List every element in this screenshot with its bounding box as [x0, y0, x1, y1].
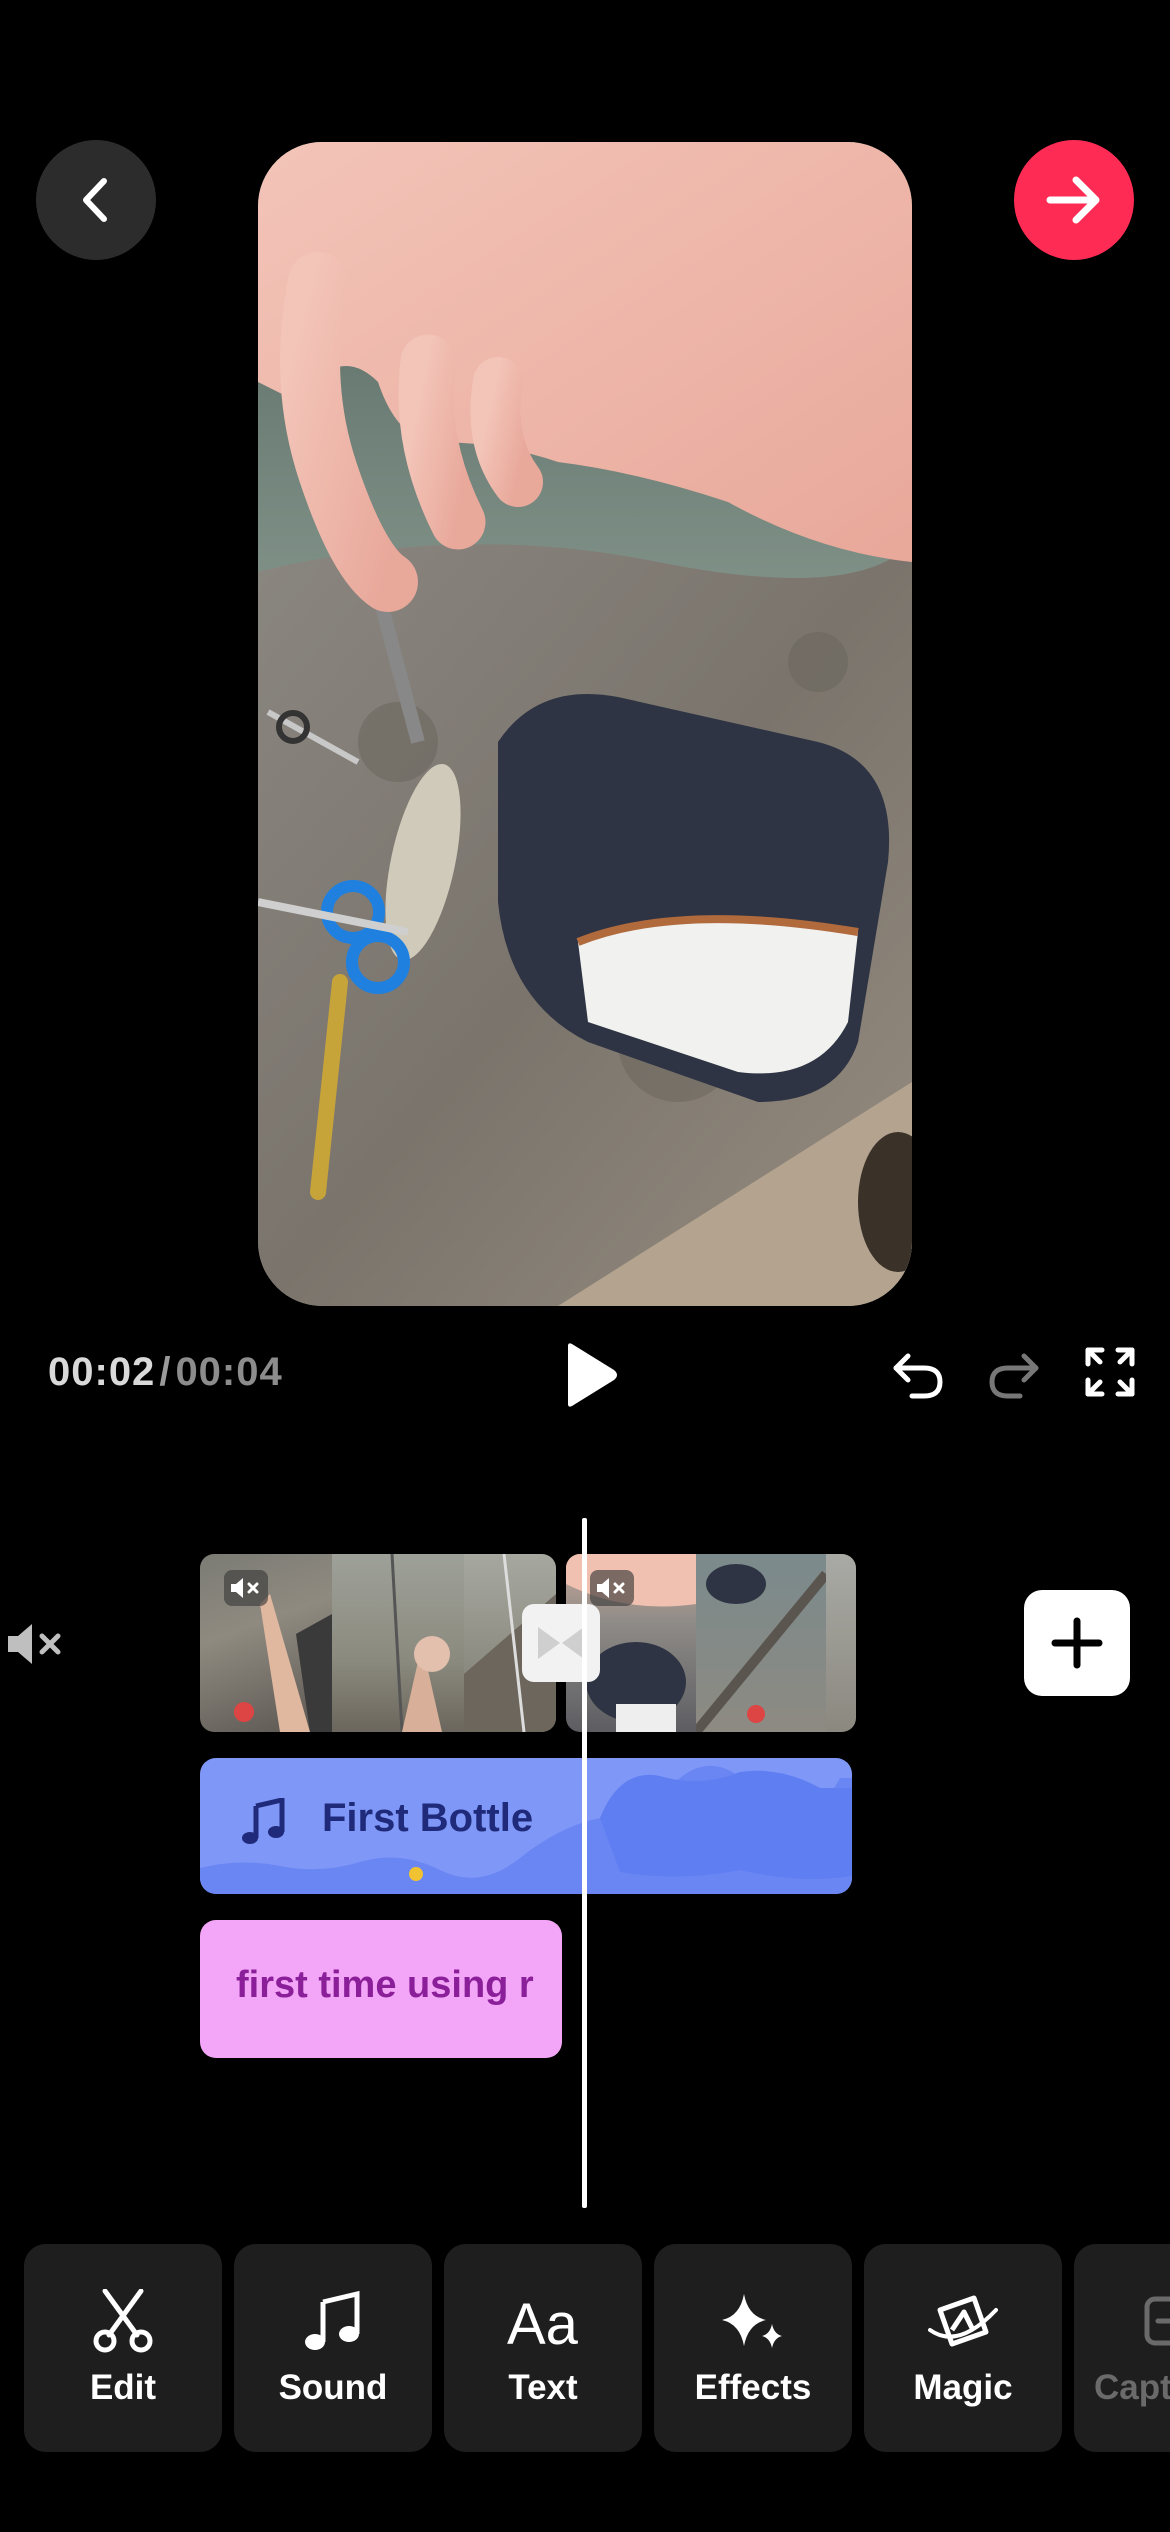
sound-title: First Bottle [322, 1796, 534, 1840]
captions-icon [1144, 2296, 1170, 2346]
music-note-icon [305, 2290, 360, 2350]
speaker-muted-icon [8, 1624, 61, 1664]
tool-label: Magic [913, 2368, 1013, 2407]
tool-magic[interactable]: Magic [864, 2244, 1062, 2452]
tool-label: Effects [694, 2368, 812, 2407]
transition-button[interactable] [522, 1604, 600, 1682]
sound-track[interactable]: First Bottle [200, 1758, 852, 1894]
clip-thumbnail [826, 1554, 856, 1732]
redo-button[interactable] [986, 1346, 1042, 1402]
magic-icon [928, 2295, 998, 2347]
text-track[interactable]: first time using r [200, 1920, 562, 2058]
play-icon [568, 1343, 617, 1407]
fullscreen-icon [1085, 1347, 1135, 1397]
total-duration: 00:04 [175, 1350, 283, 1394]
tool-captions[interactable]: Capt [1074, 2244, 1170, 2452]
svg-text:Aa: Aa [507, 2292, 579, 2352]
video-clip-1[interactable] [200, 1554, 556, 1732]
tool-edit[interactable]: Edit [24, 2244, 222, 2452]
speaker-muted-icon [231, 1578, 259, 1598]
tool-text[interactable]: Aa Text [444, 2244, 642, 2452]
redo-icon [989, 1353, 1039, 1399]
sparkle-icon [722, 2294, 782, 2348]
undo-button[interactable] [890, 1346, 946, 1402]
tool-label: Text [508, 2368, 578, 2407]
text-aa-icon: Aa [507, 2292, 579, 2352]
speaker-muted-icon [597, 1578, 625, 1598]
clip-muted-badge [224, 1570, 268, 1606]
tool-sound[interactable]: Sound [234, 2244, 432, 2452]
time-separator: / [159, 1350, 172, 1394]
video-preview[interactable] [258, 142, 912, 1306]
playhead[interactable] [582, 1518, 587, 2208]
clip-thumbnail [332, 1554, 464, 1732]
arrow-right-icon [1046, 176, 1100, 224]
chevron-left-icon [83, 178, 107, 222]
next-button[interactable] [1014, 140, 1134, 260]
clip-muted-badge [590, 1570, 634, 1606]
text-caption: first time using r [236, 1964, 534, 2006]
fullscreen-button[interactable] [1084, 1346, 1136, 1398]
play-button[interactable] [560, 1342, 620, 1408]
tool-label: Capt [1094, 2368, 1170, 2407]
back-button[interactable] [36, 140, 156, 260]
video-clip-2[interactable] [566, 1554, 856, 1732]
tool-effects[interactable]: Effects [654, 2244, 852, 2452]
video-frame [258, 142, 912, 1306]
current-time: 00:02 [48, 1350, 156, 1394]
transition-icon [538, 1627, 584, 1659]
add-clip-button[interactable] [1024, 1590, 1130, 1696]
scissors-icon [93, 2289, 153, 2353]
undo-icon [893, 1353, 943, 1399]
clip-thumbnail [692, 1554, 830, 1732]
time-readout: 00:02/00:04 [48, 1350, 283, 1395]
plus-icon [1051, 1617, 1103, 1669]
music-note-icon [242, 1798, 285, 1844]
tool-label: Sound [278, 2368, 388, 2407]
mute-original-sound-button[interactable] [4, 1618, 66, 1670]
tool-label: Edit [89, 2368, 157, 2407]
